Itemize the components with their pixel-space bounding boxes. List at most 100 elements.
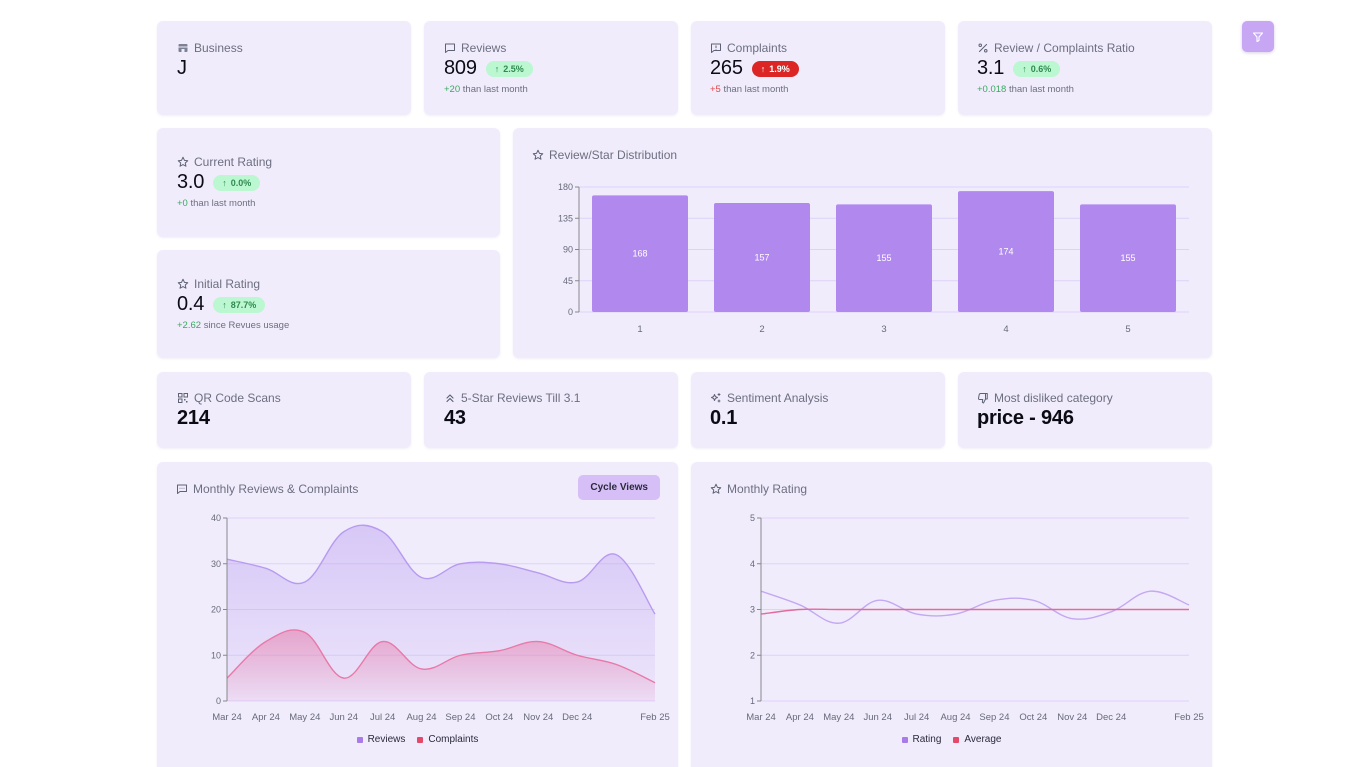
current-rating-badge: ↑ 0.0% [213, 174, 261, 191]
initial-rating-delta: +2.62 since Revues usage [177, 320, 480, 331]
star-distribution-card: Review/Star Distribution 0 45 90 135 180 168 1… [513, 128, 1212, 358]
y-tick-label: 3 [750, 605, 755, 615]
reviews-change-value: 2.5% [503, 63, 524, 74]
ratio-delta-suffix: than last month [1008, 84, 1074, 95]
legend-swatch-reviews [356, 736, 363, 743]
x-tick-label: Nov 24 [523, 712, 553, 723]
monthly-reviews-card: Monthly Reviews & Complaints Cycle Views… [157, 462, 678, 767]
ratio-change-badge: ↑ 0.6% [1013, 60, 1061, 77]
y-tick-label: 40 [211, 513, 221, 523]
five-star-card: 5-Star Reviews Till 3.1 43 [424, 372, 678, 448]
x-tick-label: May 24 [289, 712, 320, 723]
message-alert-icon [710, 42, 722, 54]
store-icon [177, 42, 189, 54]
reviews-change-badge: ↑ 2.5% [485, 60, 533, 77]
x-tick-label: Oct 24 [485, 712, 513, 723]
y-tick-label: 5 [750, 513, 755, 523]
x-tick-label: Oct 24 [1019, 712, 1047, 723]
arrow-up-icon: ↑ [760, 63, 766, 74]
complaints-label: Complaints [727, 41, 788, 55]
y-tick-label: 4 [750, 559, 755, 569]
legend-item-reviews[interactable]: Reviews [356, 734, 405, 745]
x-tick-label: Mar 24 [212, 712, 242, 723]
qr-scans-card: QR Code Scans 214 [157, 372, 411, 448]
reviews-card: Reviews 809 ↑ 2.5% +20 than last month [424, 21, 678, 115]
y-tick-label: 1 [750, 696, 755, 706]
bar-value-label: 157 [754, 252, 769, 262]
five-star-value: 43 [444, 407, 466, 429]
percent-icon [977, 42, 989, 54]
legend-swatch-rating [901, 736, 908, 743]
legend-item-average[interactable]: Average [953, 734, 1001, 745]
legend-swatch-average [953, 736, 960, 743]
initial-rating-badge: ↑ 87.7% [213, 296, 266, 313]
bar-value-label: 155 [876, 253, 891, 263]
complaints-card: Complaints 265 ↑ 1.9% +5 than last month [691, 21, 945, 115]
sentiment-value: 0.1 [710, 407, 738, 429]
sparkles-icon [710, 392, 722, 404]
legend-label-complaints: Complaints [428, 734, 479, 745]
initial-rating-card: Initial Rating 0.4 ↑ 87.7% +2.62 since Re… [157, 250, 500, 358]
chevrons-up-icon [444, 392, 456, 404]
reviews-delta-value: +20 [444, 84, 461, 95]
y-tick-label: 20 [211, 605, 221, 615]
arrow-up-icon: ↑ [494, 63, 500, 74]
x-tick-label: Sep 24 [979, 712, 1009, 723]
legend-item-complaints[interactable]: Complaints [417, 734, 478, 745]
reviews-label: Reviews [461, 41, 507, 55]
star-icon [177, 278, 189, 290]
current-rating-change: 0.0% [230, 177, 252, 188]
filter-icon [1252, 31, 1264, 43]
arrow-up-icon: ↑ [1022, 63, 1027, 74]
current-rating-delta: +0 than last month [177, 198, 480, 209]
reviews-delta: +20 than last month [444, 84, 658, 95]
y-tick-label: 90 [563, 245, 573, 255]
x-tick-label: Jun 24 [329, 712, 358, 723]
ratio-delta: +0.018 than last month [977, 84, 1193, 95]
complaints-delta-suffix: than last month [723, 84, 789, 95]
filter-button[interactable] [1242, 21, 1274, 52]
x-tick-label: May 24 [823, 712, 854, 723]
x-tick-label: 3 [881, 324, 886, 335]
legend-item-rating[interactable]: Rating [901, 734, 942, 745]
current-rating-delta-suffix: than last month [190, 198, 256, 209]
monthly-rating-chart: 1 2 3 4 5 Mar 24 Apr 24 May 24 Jun 24 Jul 24 Aug 2… [746, 513, 1204, 723]
qr-scans-label: QR Code Scans [194, 391, 281, 405]
current-rating-value: 3.0 [177, 171, 205, 193]
ratio-change-value: 0.6% [1030, 63, 1052, 74]
x-tick-label: Sep 24 [445, 712, 475, 723]
message-square-icon [444, 42, 456, 54]
x-tick-label: Feb 25 [1174, 712, 1204, 723]
current-rating-label: Current Rating [194, 155, 273, 169]
x-tick-label: Apr 24 [252, 712, 280, 723]
ratio-delta-value: +0.018 [977, 84, 1007, 95]
x-tick-label: Aug 24 [940, 712, 970, 723]
monthly-rating-legend: Rating Average [691, 734, 1212, 745]
x-tick-label: Jun 24 [863, 712, 892, 723]
series-line-average [760, 608, 1189, 615]
complaints-value: 265 [710, 57, 743, 79]
disliked-category-card: Most disliked category price - 946 [958, 372, 1212, 448]
sentiment-label: Sentiment Analysis [727, 391, 829, 405]
arrow-up-icon: ↑ [222, 299, 227, 310]
monthly-rating-card: Monthly Rating 1 2 3 4 5 Mar 24 Apr 24 May 24 Ju… [691, 462, 1212, 767]
bar-value-label: 155 [1120, 253, 1135, 263]
business-card: Business J [157, 21, 411, 115]
ratio-value: 3.1 [977, 57, 1005, 79]
x-tick-label: Dec 24 [562, 712, 592, 723]
disliked-category-value: price - 946 [977, 407, 1074, 429]
complaints-change-badge: ↑ 1.9% [751, 60, 799, 77]
initial-rating-value: 0.4 [177, 293, 205, 315]
legend-label-rating: Rating [912, 734, 942, 745]
x-tick-label: 2 [759, 324, 764, 335]
y-tick-label: 2 [750, 650, 755, 660]
monthly-reviews-legend: Reviews Complaints [157, 734, 678, 745]
sentiment-card: Sentiment Analysis 0.1 [691, 372, 945, 448]
initial-rating-change: 87.7% [230, 299, 257, 310]
y-tick-label: 10 [211, 650, 221, 660]
reviews-delta-suffix: than last month [462, 84, 528, 95]
initial-rating-delta-value: +2.62 [177, 320, 202, 331]
y-tick-label: 30 [211, 559, 221, 569]
x-tick-label: Apr 24 [786, 712, 814, 723]
business-label: Business [194, 41, 243, 55]
